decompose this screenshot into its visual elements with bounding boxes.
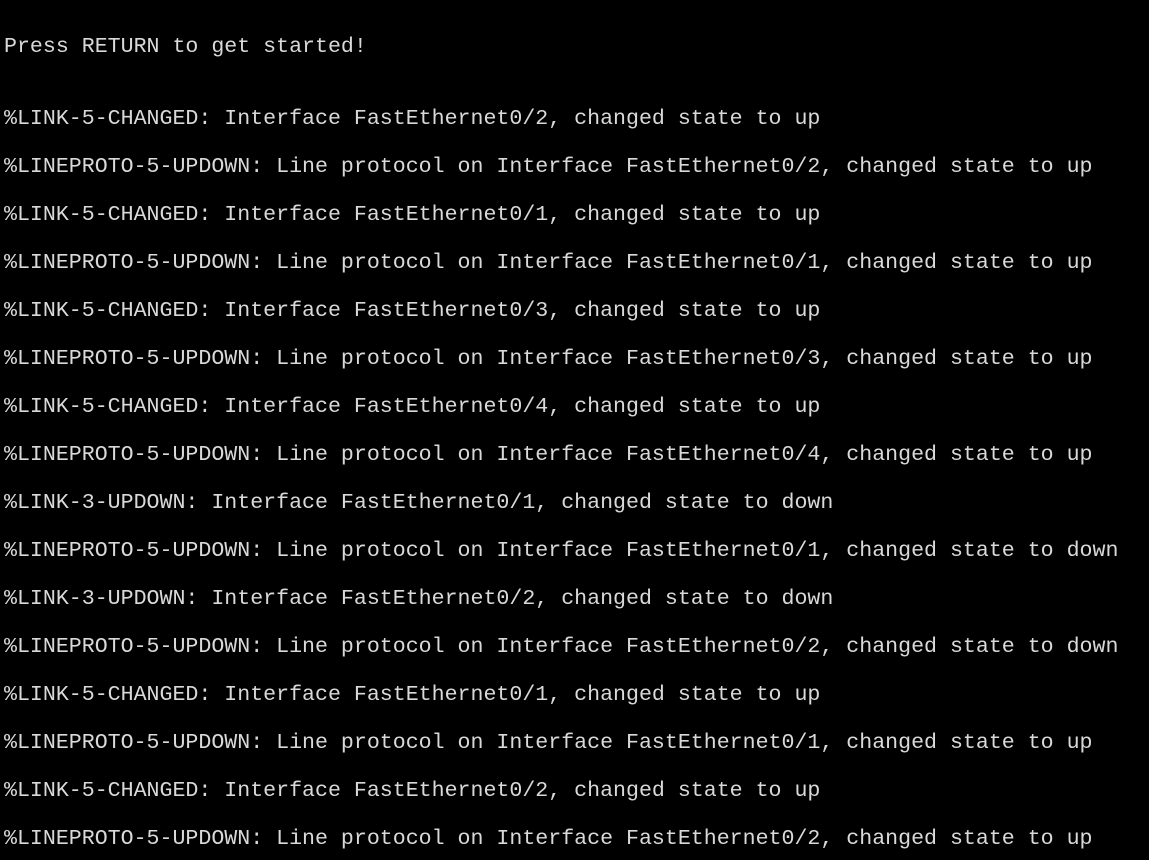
log-line: %LINK-5-CHANGED: Interface FastEthernet0… bbox=[4, 299, 821, 323]
log-line: %LINEPROTO-5-UPDOWN: Line protocol on In… bbox=[4, 635, 1119, 659]
log-line: %LINEPROTO-5-UPDOWN: Line protocol on In… bbox=[4, 155, 1093, 179]
log-line: %LINK-5-CHANGED: Interface FastEthernet0… bbox=[4, 683, 821, 707]
log-line: %LINEPROTO-5-UPDOWN: Line protocol on In… bbox=[4, 731, 1093, 755]
log-line: %LINEPROTO-5-UPDOWN: Line protocol on In… bbox=[4, 539, 1119, 563]
log-line: %LINEPROTO-5-UPDOWN: Line protocol on In… bbox=[4, 827, 1093, 851]
log-line: %LINK-3-UPDOWN: Interface FastEthernet0/… bbox=[4, 491, 834, 515]
log-line: %LINEPROTO-5-UPDOWN: Line protocol on In… bbox=[4, 443, 1093, 467]
log-line: %LINEPROTO-5-UPDOWN: Line protocol on In… bbox=[4, 347, 1093, 371]
log-line: %LINK-3-UPDOWN: Interface FastEthernet0/… bbox=[4, 587, 834, 611]
log-line: %LINK-5-CHANGED: Interface FastEthernet0… bbox=[4, 107, 821, 131]
log-line: %LINEPROTO-5-UPDOWN: Line protocol on In… bbox=[4, 251, 1093, 275]
log-line: %LINK-5-CHANGED: Interface FastEthernet0… bbox=[4, 395, 821, 419]
press-return-prompt: Press RETURN to get started! bbox=[4, 35, 367, 59]
log-line: %LINK-5-CHANGED: Interface FastEthernet0… bbox=[4, 203, 821, 227]
log-line: %LINK-5-CHANGED: Interface FastEthernet0… bbox=[4, 779, 821, 803]
console-terminal[interactable]: Press RETURN to get started! %LINK-5-CHA… bbox=[0, 0, 1149, 860]
